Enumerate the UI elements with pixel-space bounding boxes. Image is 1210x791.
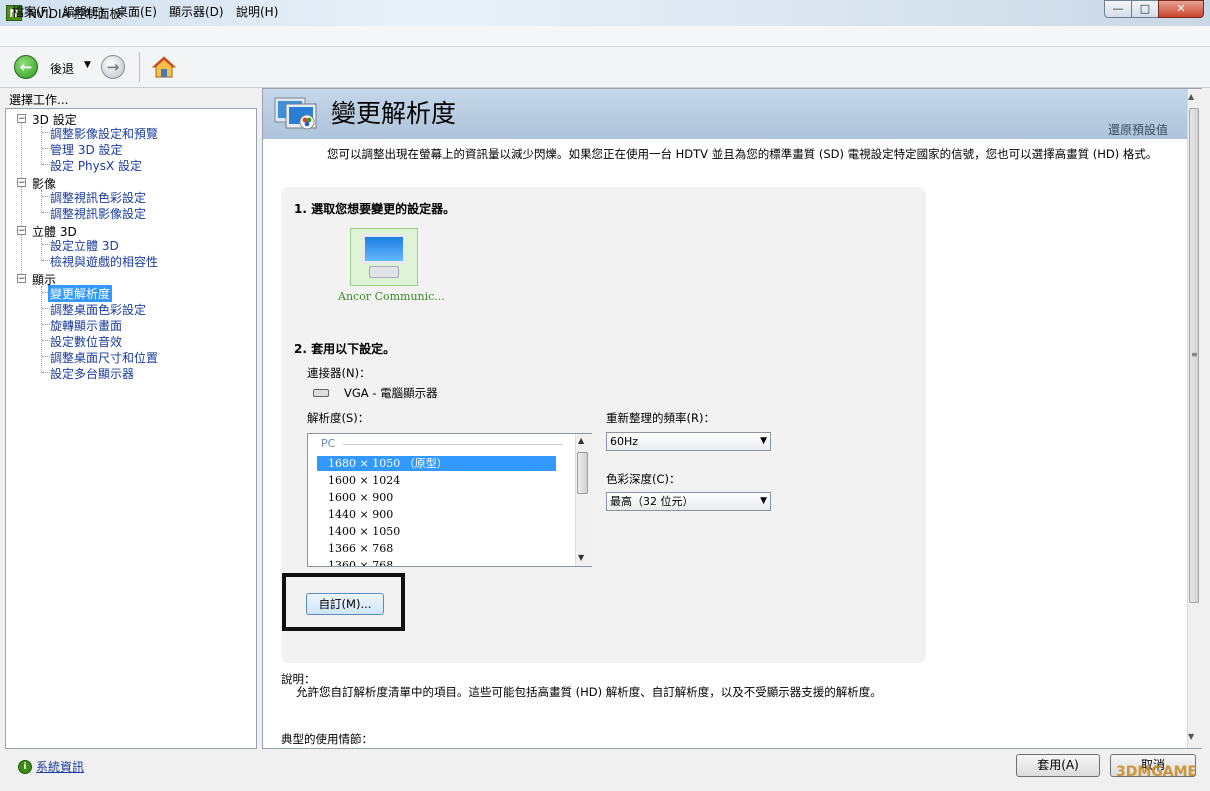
- tree-line: [21, 122, 22, 282]
- tree-item-desktop-color[interactable]: 調整桌面色彩設定: [50, 301, 146, 318]
- usage-heading: 典型的使用情節：: [281, 732, 373, 746]
- expand-collapse-icon[interactable]: −: [17, 178, 26, 188]
- back-label[interactable]: 後退: [50, 60, 74, 77]
- menu-file[interactable]: 檔案(F): [12, 3, 52, 20]
- resolution-label: 解析度(S)：: [307, 411, 370, 425]
- refresh-rate-value: 60Hz: [610, 435, 639, 448]
- vga-connector-icon: [313, 389, 329, 397]
- dropdown-arrow-icon: ▼: [760, 436, 767, 446]
- tree-line: [41, 190, 42, 212]
- tree-item-game-compat[interactable]: 檢視與遊戲的相容性: [50, 253, 158, 270]
- toolbar: [0, 47, 1210, 88]
- step1-heading: 1. 選取您想要變更的設定器。: [294, 202, 456, 216]
- page-description: 您可以調整出現在螢幕上的資訊量以減少閃爍。如果您正在使用一台 HDTV 並且為您…: [327, 147, 1158, 161]
- display-settings-icon: [274, 97, 317, 130]
- tree-item-manage-3d-settings[interactable]: 管理 3D 設定: [50, 141, 123, 158]
- monitor-stand: [369, 266, 399, 278]
- refresh-rate-select[interactable]: 60Hz ▼: [606, 432, 771, 451]
- tree-item-change-resolution[interactable]: 變更解析度: [48, 285, 113, 302]
- menu-desktop[interactable]: 桌面(E): [116, 3, 157, 20]
- menu-bar: [0, 26, 1210, 47]
- back-dropdown-icon[interactable]: ▼: [84, 60, 91, 70]
- tree-item-video-image[interactable]: 調整視訊影像設定: [50, 205, 146, 222]
- description-text: 允許您自訂解析度清單中的項目。這些可能包括高畫質 (HD) 解析度、自訂解析度，…: [296, 685, 882, 699]
- color-depth-label: 色彩深度(C)：: [606, 472, 681, 486]
- scroll-grip-icon: ≡: [1191, 350, 1198, 359]
- back-arrow-icon[interactable]: ←: [14, 55, 38, 79]
- forward-arrow-icon[interactable]: →: [101, 55, 125, 79]
- resolution-option[interactable]: 1400 × 1050: [317, 524, 556, 539]
- color-depth-select[interactable]: 最高（32 位元） ▼: [606, 492, 771, 511]
- close-button[interactable]: ✕: [1158, 0, 1204, 18]
- tree-item-rotate-display[interactable]: 旋轉顯示畫面: [50, 317, 122, 334]
- menu-help[interactable]: 說明(H): [236, 3, 278, 20]
- connector-label: 連接器(N)：: [307, 366, 371, 380]
- monitor-icon: [362, 234, 406, 264]
- tree-item-adjust-image-settings[interactable]: 調整影像設定和預覽: [50, 125, 158, 142]
- tree-item-video-color[interactable]: 調整視訊色彩設定: [50, 189, 146, 206]
- maximize-button[interactable]: □: [1131, 0, 1159, 18]
- expand-collapse-icon[interactable]: −: [17, 274, 26, 284]
- customize-button[interactable]: 自訂(M)...: [306, 593, 384, 615]
- display-name[interactable]: Ancor Communic...: [338, 290, 445, 303]
- connector-value: VGA - 電腦顯示器: [344, 386, 438, 400]
- system-info-icon: i: [18, 760, 32, 774]
- apply-button[interactable]: 套用(A): [1016, 754, 1100, 777]
- group-divider: [343, 444, 563, 445]
- resolution-option[interactable]: 1600 × 1024: [317, 473, 556, 488]
- resolution-option[interactable]: 1440 × 900: [317, 507, 556, 522]
- tree-item-digital-audio[interactable]: 設定數位音效: [50, 333, 122, 350]
- toolbar-separator: [139, 52, 140, 82]
- resolution-option[interactable]: 1600 × 900: [317, 490, 556, 505]
- resolution-group-header: PC: [321, 437, 336, 450]
- page-title: 變更解析度: [331, 99, 457, 128]
- dropdown-arrow-icon: ▼: [760, 496, 767, 506]
- refresh-rate-label: 重新整理的頻率(R)：: [606, 411, 715, 425]
- scroll-down-icon[interactable]: ▼: [1188, 732, 1194, 741]
- step2-heading: 2. 套用以下設定。: [294, 342, 396, 356]
- tree-item-physx-settings[interactable]: 設定 PhysX 設定: [50, 157, 142, 174]
- select-task-heading: 選擇工作...: [9, 93, 69, 107]
- tree-item-desktop-size[interactable]: 調整桌面尺寸和位置: [50, 349, 158, 366]
- system-info-link[interactable]: 系統資訊: [36, 758, 84, 775]
- resolution-list-scroll-thumb[interactable]: [577, 452, 588, 494]
- menu-display[interactable]: 顯示器(D): [169, 3, 224, 20]
- watermark-logo: 3DMGAME: [1116, 764, 1198, 780]
- home-icon[interactable]: [152, 55, 176, 79]
- color-depth-value: 最高（32 位元）: [610, 495, 694, 508]
- scroll-down-icon[interactable]: ▼: [578, 553, 584, 562]
- menu-edit[interactable]: 編輯(E): [63, 3, 104, 20]
- resolution-option[interactable]: 1366 × 768: [317, 541, 556, 556]
- tree-item-multiple-displays[interactable]: 設定多台顯示器: [50, 365, 134, 382]
- resolution-option[interactable]: 1680 × 1050 （原型）: [317, 456, 556, 471]
- expand-collapse-icon[interactable]: −: [17, 226, 26, 236]
- resolution-option[interactable]: 1360 × 768: [317, 558, 556, 566]
- tree-item-set-stereo-3d[interactable]: 設定立體 3D: [50, 237, 119, 254]
- minimize-button[interactable]: —: [1104, 0, 1132, 18]
- tree-line: [41, 238, 42, 260]
- tree-line: [41, 286, 42, 372]
- expand-collapse-icon[interactable]: −: [17, 114, 26, 124]
- scroll-up-icon[interactable]: ▲: [1188, 92, 1194, 101]
- restore-defaults-link[interactable]: 還原預設值: [1108, 121, 1168, 138]
- scroll-up-icon[interactable]: ▲: [578, 436, 584, 445]
